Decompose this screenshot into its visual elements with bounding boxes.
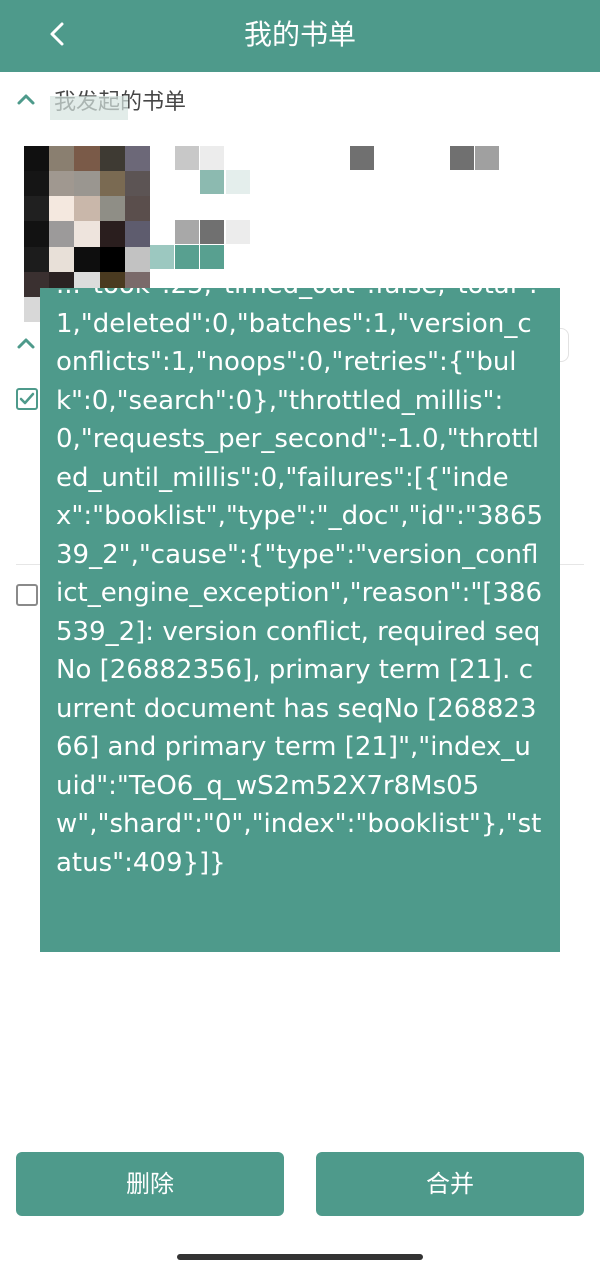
delete-button[interactable]: 删除 (16, 1152, 284, 1216)
blurred-text (200, 170, 224, 194)
blurred-text (226, 170, 250, 194)
chevron-up-icon[interactable] (14, 332, 38, 356)
merge-button[interactable]: 合并 (316, 1152, 584, 1216)
checkbox-unselected[interactable] (16, 584, 38, 606)
blurred-text (200, 220, 224, 244)
toast-message: ..."took":25,"timed_out":false,"total":1… (56, 288, 544, 878)
checkbox-selected[interactable] (16, 388, 38, 410)
blurred-text (150, 245, 174, 269)
blurred-text (175, 245, 199, 269)
error-toast: ..."took":25,"timed_out":false,"total":1… (40, 288, 560, 952)
blurred-text (175, 220, 199, 244)
header-bar: 我的书单 (0, 0, 600, 72)
home-indicator (177, 1254, 423, 1260)
chevron-up-icon (17, 94, 35, 105)
blurred-text (50, 96, 128, 120)
blurred-text (450, 146, 474, 170)
check-icon (19, 392, 35, 405)
blurred-text (350, 146, 374, 170)
page-title: 我的书单 (243, 18, 356, 51)
blurred-text (475, 146, 499, 170)
blurred-text (226, 220, 250, 244)
blurred-text (200, 146, 224, 170)
blurred-text (200, 245, 224, 269)
blurred-text (175, 146, 199, 170)
